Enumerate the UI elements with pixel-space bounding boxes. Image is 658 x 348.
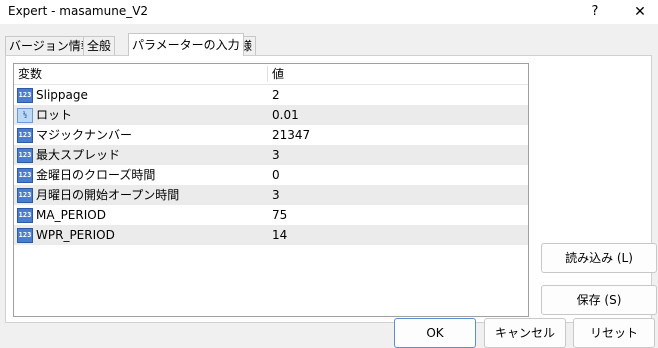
table-row[interactable]: 123 WPR_PERIOD 14 — [14, 225, 528, 245]
table-row[interactable]: ½ ロット 0.01 — [14, 105, 528, 125]
integer-icon: 123 — [17, 168, 33, 183]
param-name: 最大スプレッド — [36, 148, 121, 162]
help-button[interactable]: ? — [585, 2, 605, 22]
param-value[interactable]: 21347 — [272, 125, 310, 145]
table-row[interactable]: 123 Slippage 2 — [14, 85, 528, 105]
integer-icon: 123 — [17, 88, 33, 103]
load-button[interactable]: 読み込み (L) — [541, 243, 657, 273]
save-button[interactable]: 保存 (S) — [541, 285, 657, 315]
cancel-button[interactable]: キャンセル — [484, 318, 566, 348]
param-name: Slippage — [36, 88, 88, 102]
table-row[interactable]: 123 最大スプレッド 3 — [14, 145, 528, 165]
param-value[interactable]: 3 — [272, 185, 280, 205]
table-row[interactable]: 123 MA_PERIOD 75 — [14, 205, 528, 225]
param-value[interactable]: 75 — [272, 205, 287, 225]
integer-icon: 123 — [17, 208, 33, 223]
param-value[interactable]: 2 — [272, 85, 280, 105]
integer-icon: 123 — [17, 128, 33, 143]
header-variable[interactable]: 変数 — [18, 64, 42, 84]
ok-button[interactable]: OK — [394, 318, 476, 348]
param-name: WPR_PERIOD — [36, 228, 115, 242]
integer-icon: 123 — [17, 228, 33, 243]
fraction-icon: ½ — [17, 108, 33, 123]
window-title: Expert - masamune_V2 — [8, 4, 149, 18]
param-value[interactable]: 0.01 — [272, 105, 299, 125]
integer-icon: 123 — [17, 188, 33, 203]
param-name: 金曜日のクローズ時間 — [36, 168, 156, 182]
title-bar: Expert - masamune_V2 ? ✕ — [0, 0, 658, 24]
param-value[interactable]: 3 — [272, 145, 280, 165]
tab-general[interactable]: 全般 — [83, 36, 116, 56]
table-row[interactable]: 123 月曜日の開始オープン時間 3 — [14, 185, 528, 205]
param-value[interactable]: 0 — [272, 165, 280, 185]
table-row[interactable]: 123 金曜日のクローズ時間 0 — [14, 165, 528, 185]
param-name: 月曜日の開始オープン時間 — [36, 188, 180, 202]
table-row[interactable]: 123 マジックナンバー 21347 — [14, 125, 528, 145]
parameter-table: 変数 値 123 Slippage 2 ½ ロット 0.01 123 マジックナ… — [13, 63, 529, 317]
param-value[interactable]: 14 — [272, 225, 287, 245]
param-name: マジックナンバー — [36, 128, 133, 142]
reset-button[interactable]: リセット — [573, 318, 655, 348]
header-value[interactable]: 値 — [272, 64, 284, 84]
tab-panel: 変数 値 123 Slippage 2 ½ ロット 0.01 123 マジックナ… — [5, 55, 657, 323]
table-header: 変数 値 — [14, 64, 528, 85]
tab-parameter-input[interactable]: パラメーターの入力 — [128, 33, 244, 56]
param-name: ロット — [36, 108, 73, 122]
header-divider — [267, 66, 268, 82]
param-name: MA_PERIOD — [36, 208, 106, 222]
close-icon[interactable]: ✕ — [628, 2, 652, 22]
integer-icon: 123 — [17, 148, 33, 163]
